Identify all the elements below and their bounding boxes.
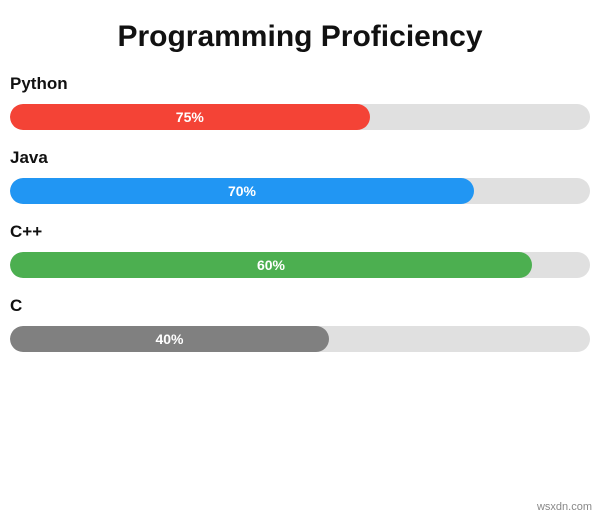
bar-percent-cpp: 60% — [257, 257, 285, 273]
bar-fill-cpp: 60% — [10, 252, 532, 278]
page-title: Programming Proficiency — [10, 20, 590, 54]
skill-row: Java 70% — [10, 148, 590, 204]
bar-track: 40% — [10, 326, 590, 352]
bar-track: 60% — [10, 252, 590, 278]
bar-percent-python: 75% — [176, 109, 204, 125]
bar-percent-c: 40% — [155, 331, 183, 347]
skill-label-c: C — [10, 296, 590, 316]
bar-fill-python: 75% — [10, 104, 370, 130]
bar-fill-c: 40% — [10, 326, 329, 352]
bar-track: 70% — [10, 178, 590, 204]
skill-label-java: Java — [10, 148, 590, 168]
skill-row: C 40% — [10, 296, 590, 352]
skill-row: C++ 60% — [10, 222, 590, 278]
skill-label-python: Python — [10, 74, 590, 94]
bar-track: 75% — [10, 104, 590, 130]
bar-fill-java: 70% — [10, 178, 474, 204]
watermark: wsxdn.com — [537, 501, 592, 513]
bar-percent-java: 70% — [228, 183, 256, 199]
skill-row: Python 75% — [10, 74, 590, 130]
skill-label-cpp: C++ — [10, 222, 590, 242]
